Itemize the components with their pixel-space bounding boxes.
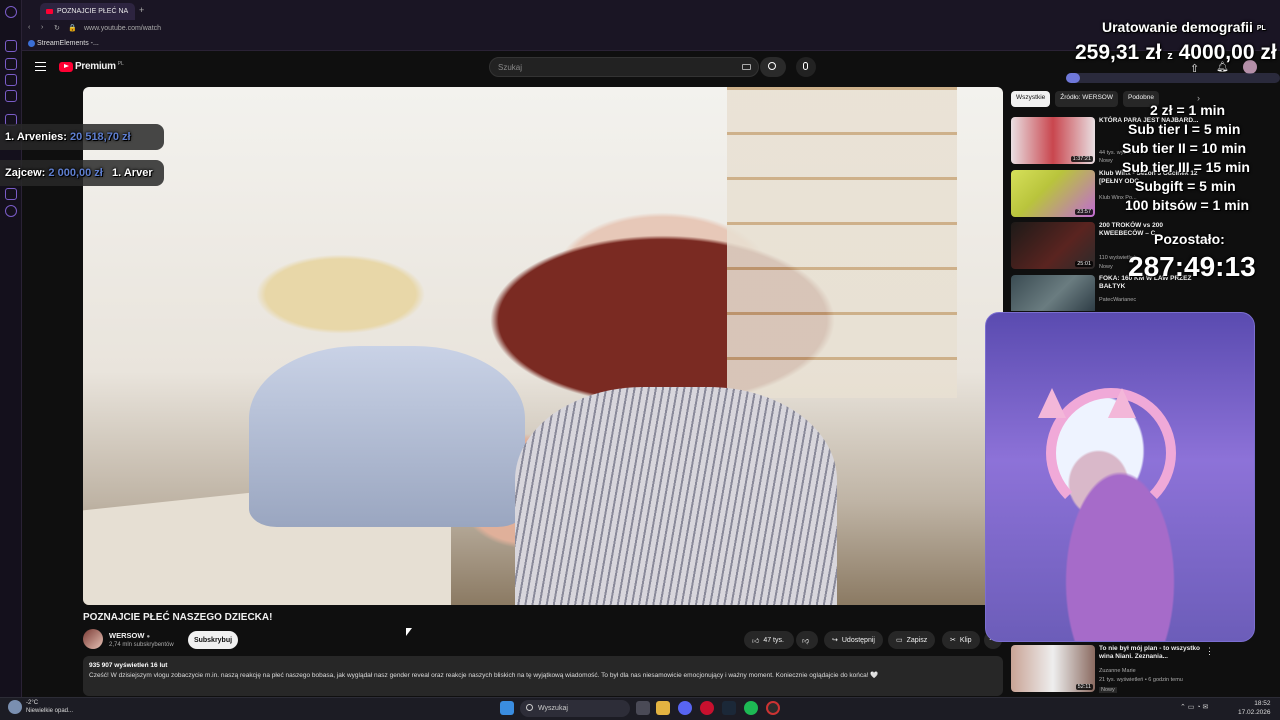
taskbar-search[interactable]: Wyszukaj xyxy=(520,700,630,717)
new-tab-icon[interactable]: + xyxy=(139,5,144,15)
cat-ear-left xyxy=(1038,388,1066,418)
sidebar-app-icon[interactable] xyxy=(5,90,17,102)
goal-title: Uratowanie demografii PL xyxy=(1102,19,1266,35)
task-view-icon[interactable] xyxy=(636,701,650,715)
last-donor: Zajcew: 2 000,00 zł 1. Arver xyxy=(0,160,164,186)
timer-rules: 2 zł = 1 min Sub tier I = 5 min Sub tier… xyxy=(1122,101,1250,215)
goal-progress-fill xyxy=(1066,73,1080,83)
search-button[interactable] xyxy=(760,57,786,77)
webcam-overlay xyxy=(985,312,1255,642)
rule-line: Sub tier I = 5 min xyxy=(1128,121,1241,137)
search-icon xyxy=(526,704,533,711)
reload-icon[interactable]: ↻ xyxy=(54,24,60,32)
tab-title: POZNAJCIE PŁEĆ NA xyxy=(57,8,129,15)
file-explorer-icon[interactable] xyxy=(656,701,670,715)
sidebar-app-icon[interactable] xyxy=(5,188,17,200)
timer-label: Pozostało: xyxy=(1154,231,1225,247)
sidebar-app-icon[interactable] xyxy=(5,58,17,70)
thumbnail[interactable]: 1:37:21 xyxy=(1011,117,1095,164)
thumbnail[interactable]: 52:11 xyxy=(1011,645,1095,692)
sidebar-app-icon[interactable] xyxy=(5,40,17,52)
thumbnail[interactable]: 23:57 xyxy=(1011,170,1095,217)
verified-icon: ● xyxy=(146,634,151,640)
chip-all[interactable]: Wszystkie xyxy=(1011,91,1051,107)
rule-line: Sub tier III = 15 min xyxy=(1122,159,1250,175)
save-icon: ▭ xyxy=(896,637,903,644)
search-icon xyxy=(768,62,776,70)
list-item[interactable]: 52:11 To nie był mój plan - to wszystko … xyxy=(1011,645,1276,693)
menu-icon[interactable] xyxy=(35,62,46,71)
mouse-cursor xyxy=(406,628,412,636)
weather-icon[interactable] xyxy=(8,700,22,714)
weather-widget[interactable]: -2°C Niewielkie opad... xyxy=(26,699,73,715)
views-date: 935 907 wyświetleń 16 lut xyxy=(89,662,168,669)
thumbs-up-icon: 👍︎ xyxy=(752,637,760,645)
tab-active[interactable]: POZNAJCIE PŁEĆ NA xyxy=(40,3,135,20)
bookmark-streamelements[interactable]: StreamElements -... xyxy=(37,40,99,47)
subscribe-button[interactable]: Subskrybuj xyxy=(188,631,238,649)
video-frame-shelf xyxy=(727,87,957,398)
channel-subscribers: 2,74 mln subskrybentów xyxy=(109,642,174,648)
channel-avatar[interactable] xyxy=(83,629,103,649)
thumbs-down-icon: 👎︎ xyxy=(802,637,810,645)
streamelements-icon xyxy=(28,40,35,47)
settings-icon[interactable] xyxy=(5,205,17,217)
opera-icon[interactable] xyxy=(700,701,714,715)
scissors-icon: ✂ xyxy=(950,637,956,644)
youtube-tab-icon xyxy=(46,9,53,14)
video-player[interactable] xyxy=(83,87,1003,605)
search-input[interactable]: Szukaj xyxy=(489,57,759,77)
rule-line: Subgift = 5 min xyxy=(1135,178,1236,194)
more-icon[interactable]: ⋮ xyxy=(1205,646,1214,657)
back-icon[interactable]: ‹ xyxy=(28,24,30,31)
like-button[interactable]: 👍︎ 47 tys. xyxy=(744,631,794,649)
video-frame-person xyxy=(515,387,838,605)
keyboard-icon[interactable] xyxy=(742,64,751,70)
top-donor: 1. Arvenies: 20 518,70 zł xyxy=(0,124,164,150)
tray-icons[interactable]: ⌃ ▭ ◔ ✉ xyxy=(1180,703,1208,711)
description-box[interactable]: 935 907 wyświetleń 16 lut Cześć! W dzisi… xyxy=(83,656,1003,696)
goal-progress-bar xyxy=(1066,73,1280,83)
rule-line: 100 bitsów = 1 min xyxy=(1125,197,1250,213)
steam-icon[interactable] xyxy=(722,701,736,715)
opera-logo-icon[interactable] xyxy=(5,6,17,18)
video-frame-person xyxy=(248,346,525,528)
share-icon: ↪ xyxy=(832,637,838,644)
youtube-play-icon xyxy=(59,61,73,72)
lock-icon: 🔒 xyxy=(68,25,77,32)
goal-value: 259,31 zł z 4000,00 zł xyxy=(1075,41,1277,64)
obs-icon[interactable] xyxy=(766,701,780,715)
timer-value: 287:49:13 xyxy=(1128,251,1256,282)
cat-ear-right xyxy=(1108,388,1136,418)
forward-icon[interactable]: › xyxy=(41,24,43,31)
description-text: Cześć! W dzisiejszym vlogu zobaczycie m.… xyxy=(89,672,879,679)
sidebar-app-icon[interactable] xyxy=(5,74,17,86)
start-icon[interactable] xyxy=(500,701,514,715)
share-button[interactable]: ↪ Udostępnij xyxy=(824,631,883,649)
address-bar: ‹ › ↻ 🔒 www.youtube.com/watch xyxy=(22,21,1280,37)
rule-line: 2 zł = 1 min xyxy=(1150,102,1226,118)
clip-button[interactable]: ✂ Klip xyxy=(942,631,980,649)
voice-search-button[interactable] xyxy=(796,57,816,77)
save-button[interactable]: ▭ Zapisz xyxy=(888,631,936,649)
video-title: POZNAJCIE PŁEĆ NASZEGO DZIECKA! xyxy=(83,612,273,623)
dislike-button[interactable]: 👎︎ xyxy=(796,631,818,649)
clock[interactable]: 18:52 17.02.2026 xyxy=(1238,699,1271,717)
mic-icon xyxy=(803,62,808,70)
url-field[interactable]: www.youtube.com/watch xyxy=(84,25,161,32)
rule-line: Sub tier II = 10 min xyxy=(1122,140,1247,156)
chip-source[interactable]: Źródło: WERSOW xyxy=(1055,91,1118,107)
tab-bar xyxy=(22,0,1280,21)
thumbnail[interactable] xyxy=(1011,275,1095,311)
youtube-logo[interactable]: Premium PL xyxy=(59,61,124,72)
discord-icon[interactable] xyxy=(678,701,692,715)
thumbnail[interactable]: 25:01 xyxy=(1011,222,1095,269)
browser-sidebar xyxy=(0,0,22,720)
channel-name[interactable]: WERSOW ● xyxy=(109,631,150,640)
spotify-icon[interactable] xyxy=(744,701,758,715)
